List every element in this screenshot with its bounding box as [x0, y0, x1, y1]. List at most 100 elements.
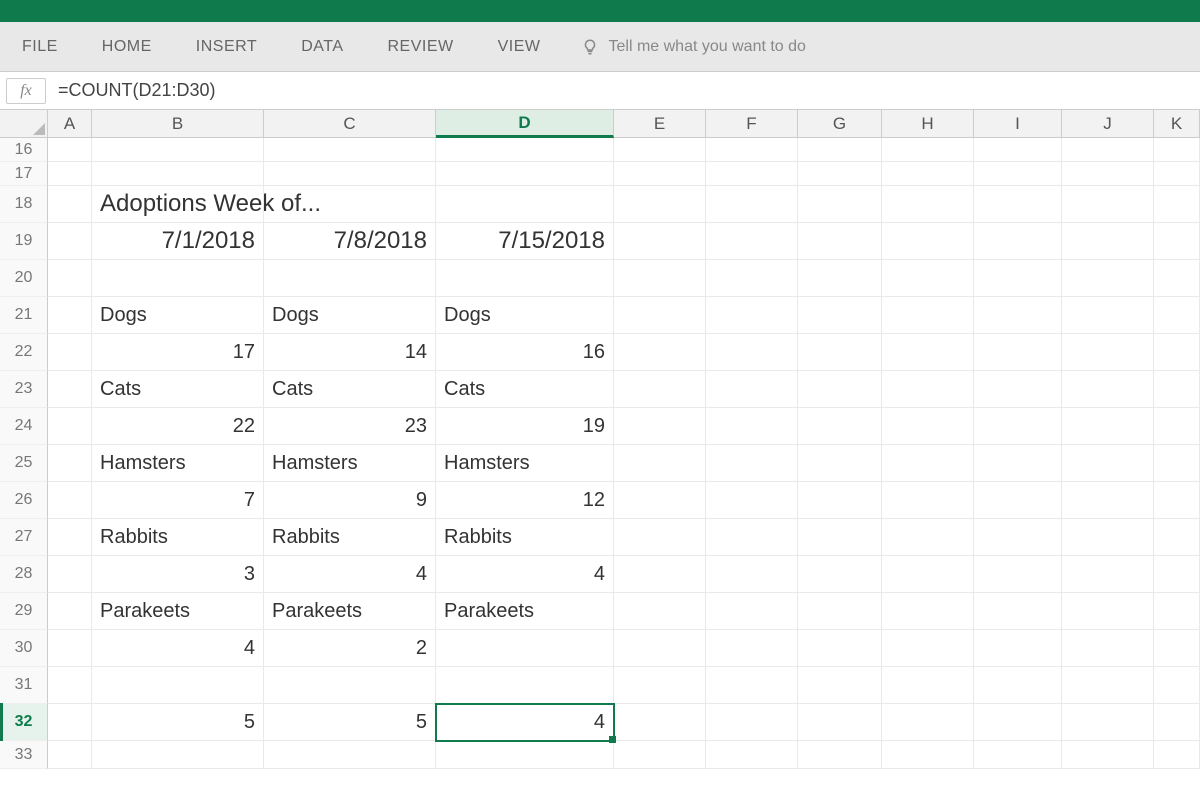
- tab-data[interactable]: DATA: [279, 22, 365, 71]
- cell-E18[interactable]: [614, 186, 706, 223]
- row-header-24[interactable]: 24: [0, 408, 48, 445]
- cell-G17[interactable]: [798, 162, 882, 186]
- cell-F25[interactable]: [706, 445, 798, 482]
- cell-F27[interactable]: [706, 519, 798, 556]
- row-header-17[interactable]: 17: [0, 162, 48, 186]
- col-header-I[interactable]: I: [974, 110, 1062, 137]
- cell-B29[interactable]: Parakeets: [92, 593, 264, 630]
- cell-A26[interactable]: [48, 482, 92, 519]
- cell-D16[interactable]: [436, 138, 614, 162]
- cell-C22[interactable]: 14: [264, 334, 436, 371]
- cell-H18[interactable]: [882, 186, 974, 223]
- row-header-25[interactable]: 25: [0, 445, 48, 482]
- cell-F28[interactable]: [706, 556, 798, 593]
- cell-A32[interactable]: [48, 704, 92, 741]
- cell-A22[interactable]: [48, 334, 92, 371]
- cell-K24[interactable]: [1154, 408, 1200, 445]
- fx-icon[interactable]: fx: [6, 78, 46, 104]
- cell-A30[interactable]: [48, 630, 92, 667]
- cell-A20[interactable]: [48, 260, 92, 297]
- row-header-20[interactable]: 20: [0, 260, 48, 297]
- cell-H29[interactable]: [882, 593, 974, 630]
- cell-G29[interactable]: [798, 593, 882, 630]
- cell-H24[interactable]: [882, 408, 974, 445]
- cell-K17[interactable]: [1154, 162, 1200, 186]
- cell-I18[interactable]: [974, 186, 1062, 223]
- cell-K20[interactable]: [1154, 260, 1200, 297]
- row-header-28[interactable]: 28: [0, 556, 48, 593]
- cell-J31[interactable]: [1062, 667, 1154, 704]
- cell-I25[interactable]: [974, 445, 1062, 482]
- cell-H23[interactable]: [882, 371, 974, 408]
- cell-I27[interactable]: [974, 519, 1062, 556]
- cell-I16[interactable]: [974, 138, 1062, 162]
- cell-F31[interactable]: [706, 667, 798, 704]
- cell-J19[interactable]: [1062, 223, 1154, 260]
- cell-G32[interactable]: [798, 704, 882, 741]
- cell-B16[interactable]: [92, 138, 264, 162]
- cell-D22[interactable]: 16: [436, 334, 614, 371]
- cell-B23[interactable]: Cats: [92, 371, 264, 408]
- cell-J27[interactable]: [1062, 519, 1154, 556]
- cell-C28[interactable]: 4: [264, 556, 436, 593]
- cell-C23[interactable]: Cats: [264, 371, 436, 408]
- cell-J22[interactable]: [1062, 334, 1154, 371]
- cell-A28[interactable]: [48, 556, 92, 593]
- cell-H28[interactable]: [882, 556, 974, 593]
- cell-D19[interactable]: 7/15/2018: [436, 223, 614, 260]
- row-header-21[interactable]: 21: [0, 297, 48, 334]
- cell-A17[interactable]: [48, 162, 92, 186]
- row-header-29[interactable]: 29: [0, 593, 48, 630]
- cell-B17[interactable]: [92, 162, 264, 186]
- cell-D33[interactable]: [436, 741, 614, 769]
- cell-I31[interactable]: [974, 667, 1062, 704]
- cell-H25[interactable]: [882, 445, 974, 482]
- cell-J24[interactable]: [1062, 408, 1154, 445]
- cell-E27[interactable]: [614, 519, 706, 556]
- row-header-26[interactable]: 26: [0, 482, 48, 519]
- cell-A33[interactable]: [48, 741, 92, 769]
- cell-D26[interactable]: 12: [436, 482, 614, 519]
- cell-D25[interactable]: Hamsters: [436, 445, 614, 482]
- cell-K28[interactable]: [1154, 556, 1200, 593]
- cell-A19[interactable]: [48, 223, 92, 260]
- col-header-D[interactable]: D: [436, 110, 614, 138]
- cell-H33[interactable]: [882, 741, 974, 769]
- cell-K29[interactable]: [1154, 593, 1200, 630]
- cell-F19[interactable]: [706, 223, 798, 260]
- col-header-G[interactable]: G: [798, 110, 882, 137]
- cell-E17[interactable]: [614, 162, 706, 186]
- cell-I19[interactable]: [974, 223, 1062, 260]
- col-header-E[interactable]: E: [614, 110, 706, 137]
- col-header-C[interactable]: C: [264, 110, 436, 137]
- tab-view[interactable]: VIEW: [476, 22, 563, 71]
- cell-E32[interactable]: [614, 704, 706, 741]
- cell-E19[interactable]: [614, 223, 706, 260]
- cell-C17[interactable]: [264, 162, 436, 186]
- row-header-33[interactable]: 33: [0, 741, 48, 769]
- cell-J20[interactable]: [1062, 260, 1154, 297]
- cell-K26[interactable]: [1154, 482, 1200, 519]
- cell-I30[interactable]: [974, 630, 1062, 667]
- cell-E25[interactable]: [614, 445, 706, 482]
- cell-I32[interactable]: [974, 704, 1062, 741]
- cell-K18[interactable]: [1154, 186, 1200, 223]
- cell-B30[interactable]: 4: [92, 630, 264, 667]
- col-header-F[interactable]: F: [706, 110, 798, 137]
- cell-E20[interactable]: [614, 260, 706, 297]
- cell-F16[interactable]: [706, 138, 798, 162]
- cell-B33[interactable]: [92, 741, 264, 769]
- cell-E21[interactable]: [614, 297, 706, 334]
- cell-H26[interactable]: [882, 482, 974, 519]
- cell-C27[interactable]: Rabbits: [264, 519, 436, 556]
- tell-me-search[interactable]: Tell me what you want to do: [563, 38, 806, 56]
- cell-D23[interactable]: Cats: [436, 371, 614, 408]
- col-header-A[interactable]: A: [48, 110, 92, 137]
- cell-D31[interactable]: [436, 667, 614, 704]
- cell-G25[interactable]: [798, 445, 882, 482]
- cell-H16[interactable]: [882, 138, 974, 162]
- cell-J25[interactable]: [1062, 445, 1154, 482]
- cell-D29[interactable]: Parakeets: [436, 593, 614, 630]
- cell-K23[interactable]: [1154, 371, 1200, 408]
- col-header-K[interactable]: K: [1154, 110, 1200, 137]
